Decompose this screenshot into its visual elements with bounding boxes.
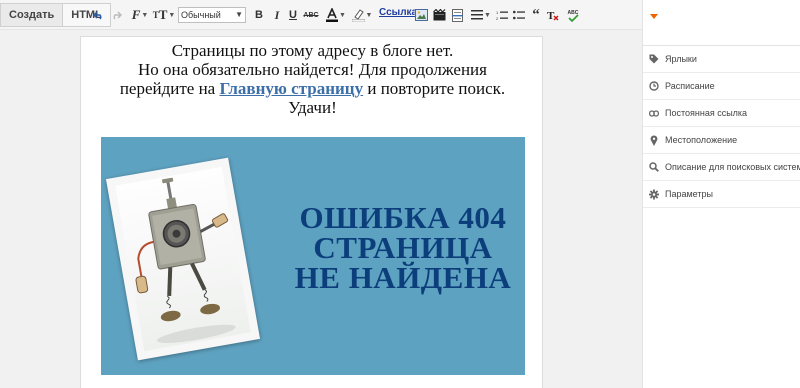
message-line-2: Но она обязательно найдется! Для продолж… (138, 60, 487, 79)
highlight-color-icon[interactable]: ▼ (350, 7, 374, 23)
sidebar-item-labels[interactable]: Ярлыки (643, 46, 800, 73)
redo-icon[interactable] (110, 7, 122, 23)
font-family-icon[interactable]: F ▼ (130, 7, 150, 23)
insert-image-icon[interactable] (414, 7, 428, 23)
tag-icon (649, 54, 659, 64)
sidebar-item-location[interactable]: Местоположение (643, 127, 800, 154)
link-icon (649, 108, 659, 118)
sidebar-item-options[interactable]: Параметры (643, 181, 800, 208)
italic-icon[interactable]: I (271, 7, 283, 23)
sidebar-item-permalink[interactable]: Постоянная ссылка (643, 100, 800, 127)
strikethrough-icon[interactable]: ABC (303, 7, 319, 23)
not-found-message: Страницы по этому адресу в блоге нет. Но… (81, 41, 544, 117)
robot-photo (105, 157, 261, 361)
quote-icon[interactable]: “ (530, 7, 542, 23)
message-line-1: Страницы по этому адресу в блоге нет. (171, 41, 454, 60)
location-pin-icon (649, 134, 659, 146)
search-icon (649, 162, 659, 172)
undo-icon[interactable] (92, 7, 104, 23)
collapse-caret-icon[interactable] (650, 14, 658, 19)
svg-text:1: 1 (496, 10, 499, 15)
paragraph-style-select[interactable]: Обычный ▼ (178, 7, 246, 23)
post-editor-window: Создать HTML F ▼ T T ▼ Обычный ▼ B I U ABC (0, 0, 800, 388)
bulleted-list-icon[interactable] (513, 7, 525, 23)
editor-toolbar: Создать HTML F ▼ T T ▼ Обычный ▼ B I U ABC (0, 0, 642, 30)
tab-compose[interactable]: Создать (0, 3, 64, 27)
spellcheck-icon[interactable]: ABC (566, 7, 580, 23)
svg-text:2: 2 (496, 16, 499, 21)
alignment-icon[interactable]: ▼ (470, 7, 492, 23)
clock-icon (649, 81, 659, 91)
numbered-list-icon[interactable]: 12 (496, 7, 508, 23)
sidebar-item-search-description[interactable]: Описание для поисковых систем (643, 154, 800, 181)
error-404-heading: ОШИБКА 404 СТРАНИЦА НЕ НАЙДЕНА (294, 200, 512, 295)
insert-video-icon[interactable] (432, 7, 446, 23)
error-404-banner-image[interactable]: ОШИБКА 404 СТРАНИЦА НЕ НАЙДЕНА (101, 137, 525, 375)
jump-break-icon[interactable] (450, 7, 464, 23)
gear-icon (649, 189, 659, 199)
insert-link-button[interactable]: Ссылка (379, 7, 417, 18)
underline-icon[interactable]: U (287, 7, 299, 23)
clear-formatting-icon[interactable]: T (547, 7, 559, 23)
message-line-4: Удачи! (288, 98, 337, 117)
sidebar-item-schedule[interactable]: Расписание (643, 73, 800, 100)
text-color-icon[interactable]: ▼ (324, 7, 348, 23)
homepage-link[interactable]: Главную страницу (219, 79, 363, 98)
font-size-icon[interactable]: T T ▼ (153, 7, 176, 23)
bold-icon[interactable]: B (253, 7, 265, 23)
message-line-3: перейдите на Главную страницу и повторит… (119, 79, 506, 98)
sidebar-header (643, 0, 800, 46)
chevron-down-icon: ▼ (235, 10, 243, 19)
post-body-editor[interactable]: Страницы по этому адресу в блоге нет. Но… (80, 36, 543, 388)
post-settings-sidebar: Ярлыки Расписание Постоянная ссылка Мест… (642, 0, 800, 388)
